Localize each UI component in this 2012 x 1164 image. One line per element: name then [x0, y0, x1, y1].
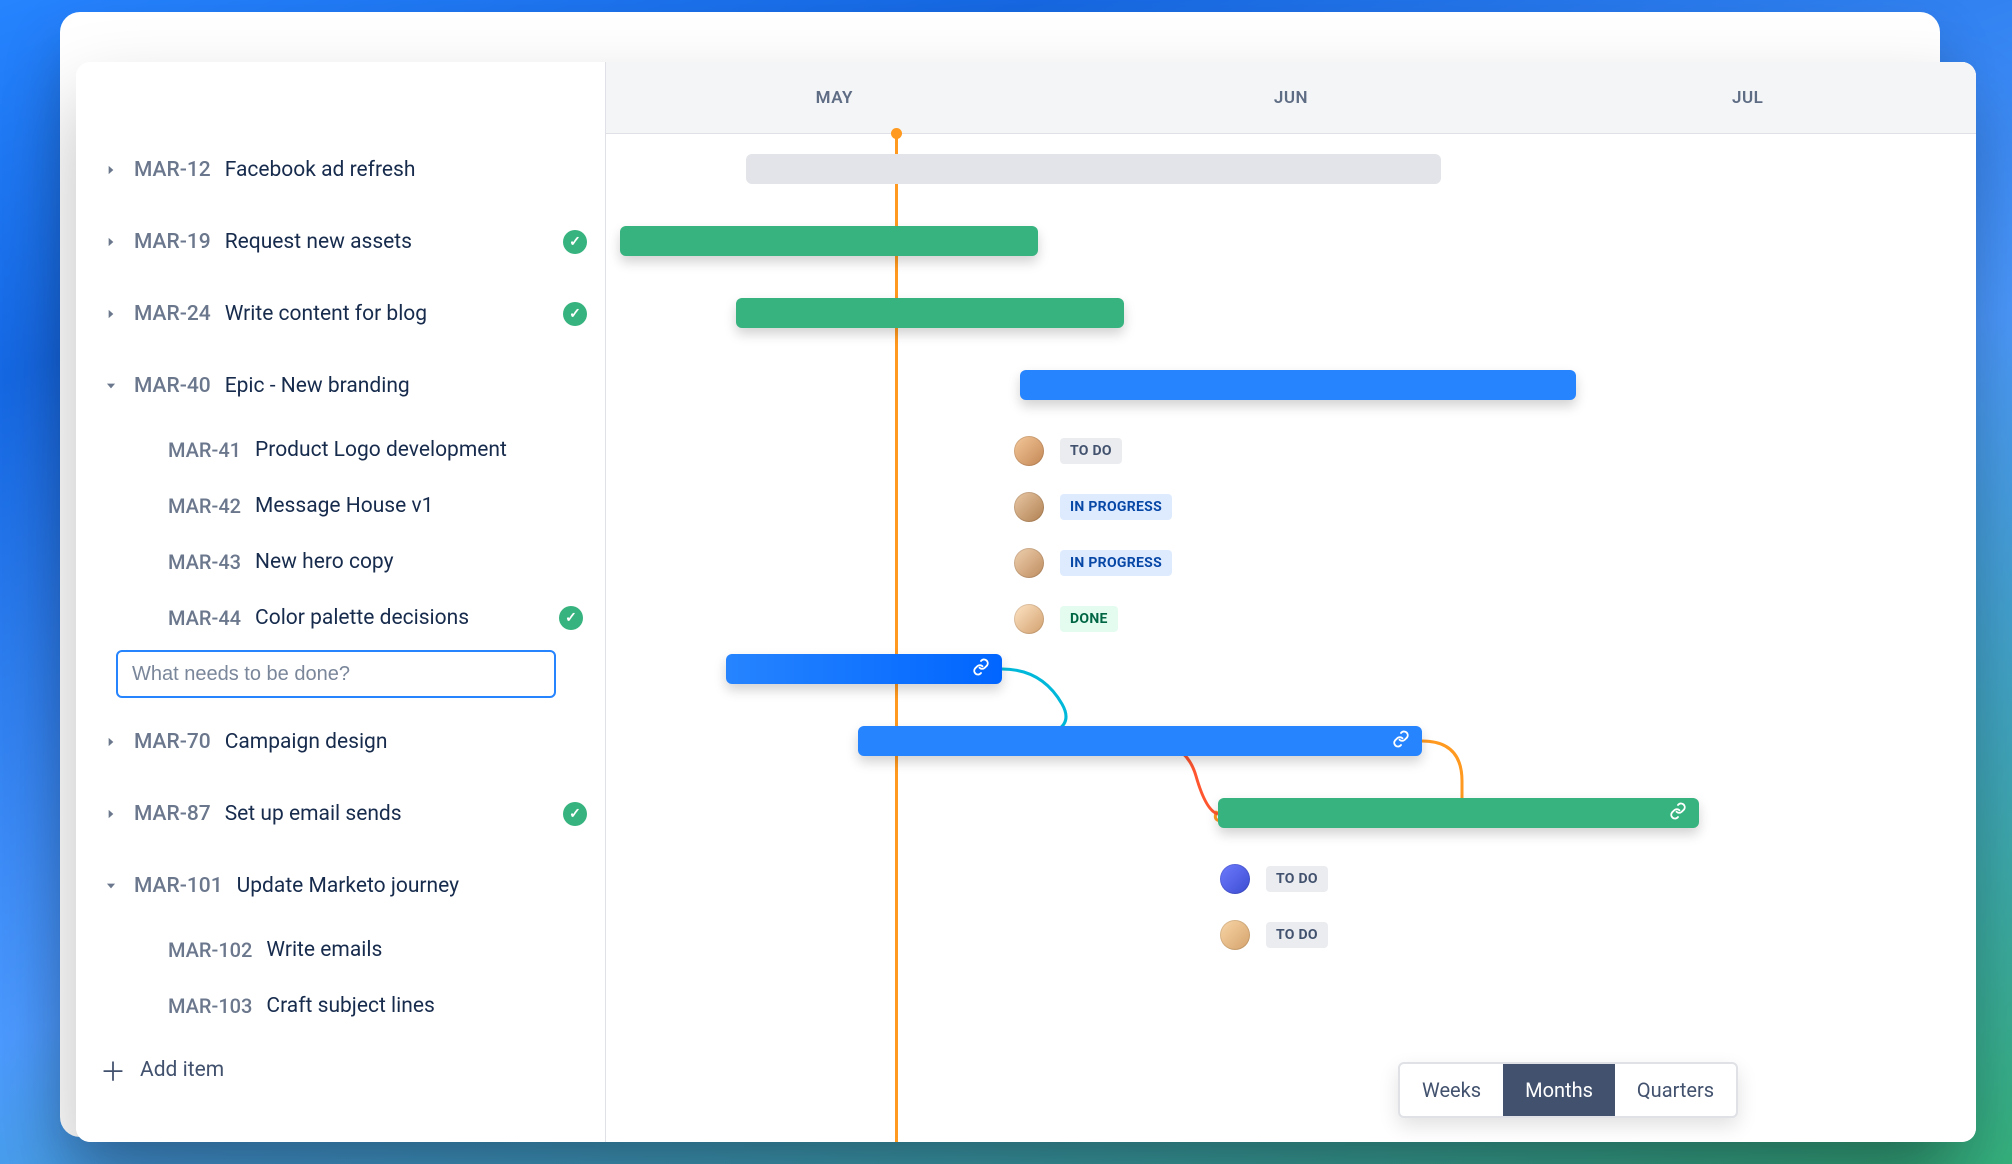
timeline-bar[interactable] — [746, 154, 1441, 184]
issue-key: MAR-24 — [134, 302, 211, 326]
status-badge: IN PROGRESS — [1060, 550, 1172, 576]
issue-key: MAR-19 — [134, 230, 211, 254]
status-badge: TO DO — [1060, 438, 1122, 464]
timeline-bar-linked[interactable] — [858, 726, 1422, 756]
issue-title: Set up email sends — [225, 802, 555, 826]
done-check-icon: ✓ — [563, 802, 587, 826]
month-label: MAY — [606, 62, 1063, 133]
today-marker-dot — [891, 128, 902, 139]
chevron-down-icon[interactable] — [100, 375, 122, 397]
assignee-status-row: TO DO — [1014, 436, 1122, 466]
issue-key: MAR-103 — [168, 994, 252, 1018]
issue-key: MAR-102 — [168, 938, 252, 962]
status-badge: TO DO — [1266, 922, 1328, 948]
avatar[interactable] — [1014, 548, 1044, 578]
done-check-icon: ✓ — [563, 302, 587, 326]
issue-row-child[interactable]: MAR-41 Product Logo development — [76, 422, 605, 478]
issue-key: MAR-42 — [168, 494, 241, 518]
assignee-status-row: IN PROGRESS — [1014, 492, 1172, 522]
issue-key: MAR-101 — [134, 874, 223, 898]
status-badge: IN PROGRESS — [1060, 494, 1172, 520]
chevron-right-icon[interactable] — [100, 803, 122, 825]
issue-row-child[interactable]: MAR-103 Craft subject lines — [76, 978, 605, 1034]
issue-row-child[interactable]: MAR-102 Write emails — [76, 922, 605, 978]
issue-row[interactable]: MAR-12 Facebook ad refresh — [76, 134, 605, 206]
status-badge: TO DO — [1266, 866, 1328, 892]
month-label: JUN — [1063, 62, 1520, 133]
issue-title: Write emails — [266, 938, 587, 962]
issue-title: Color palette decisions — [255, 606, 587, 630]
issue-key: MAR-44 — [168, 606, 241, 630]
avatar[interactable] — [1220, 920, 1250, 950]
issue-key: MAR-70 — [134, 730, 211, 754]
month-label: JUL — [1519, 62, 1976, 133]
timeline-panel[interactable]: MAY JUN JUL TO DO IN PROGRESS IN PROGRES… — [606, 62, 1976, 1142]
issue-row-epic[interactable]: MAR-40 Epic - New branding — [76, 350, 605, 422]
issue-key: MAR-87 — [134, 802, 211, 826]
issue-title: Product Logo development — [255, 438, 587, 462]
new-task-row — [116, 650, 556, 698]
issue-title: Facebook ad refresh — [225, 158, 587, 182]
link-icon — [1392, 730, 1410, 752]
assignee-status-row: DONE — [1014, 604, 1118, 634]
assignee-status-row: IN PROGRESS — [1014, 548, 1172, 578]
chevron-down-icon[interactable] — [100, 875, 122, 897]
timeline-bar[interactable] — [736, 298, 1124, 328]
today-marker-line — [895, 134, 898, 1142]
issue-key: MAR-41 — [168, 438, 241, 462]
issue-row[interactable]: MAR-87 Set up email sends ✓ — [76, 778, 605, 850]
assignee-status-row: TO DO — [1220, 864, 1328, 894]
issue-title: Write content for blog — [225, 302, 555, 326]
done-check-icon: ✓ — [563, 230, 587, 254]
issue-row-child[interactable]: MAR-44 Color palette decisions ✓ — [76, 590, 605, 646]
avatar[interactable] — [1014, 492, 1044, 522]
issue-key: MAR-43 — [168, 550, 241, 574]
link-icon — [972, 658, 990, 680]
issue-title: Craft subject lines — [266, 994, 587, 1018]
roadmap-card: MAR-12 Facebook ad refresh MAR-19 Reques… — [76, 62, 1976, 1142]
chevron-right-icon[interactable] — [100, 159, 122, 181]
chevron-right-icon[interactable] — [100, 731, 122, 753]
zoom-option-quarters[interactable]: Quarters — [1615, 1064, 1736, 1116]
issue-row-epic[interactable]: MAR-101 Update Marketo journey — [76, 850, 605, 922]
issue-title: Campaign design — [225, 730, 587, 754]
link-icon — [1669, 802, 1687, 824]
issue-row-child[interactable]: MAR-42 Message House v1 — [76, 478, 605, 534]
issue-row[interactable]: MAR-19 Request new assets ✓ — [76, 206, 605, 278]
add-item-label: Add item — [140, 1058, 224, 1082]
add-item-button[interactable]: ＋ Add item — [76, 1034, 605, 1106]
issue-title: Update Marketo journey — [237, 874, 587, 898]
chevron-right-icon[interactable] — [100, 303, 122, 325]
issue-title: Request new assets — [225, 230, 555, 254]
issue-key: MAR-40 — [134, 374, 211, 398]
zoom-option-months[interactable]: Months — [1503, 1064, 1615, 1116]
zoom-option-weeks[interactable]: Weeks — [1400, 1064, 1503, 1116]
issue-row[interactable]: MAR-24 Write content for blog ✓ — [76, 278, 605, 350]
avatar[interactable] — [1014, 604, 1044, 634]
timeline-bar-linked[interactable] — [726, 654, 1002, 684]
issue-title: New hero copy — [255, 550, 587, 574]
issue-key: MAR-12 — [134, 158, 211, 182]
done-check-icon: ✓ — [559, 606, 583, 630]
timeline-bar-linked[interactable] — [1218, 798, 1699, 828]
timeline-header: MAY JUN JUL — [606, 62, 1976, 134]
issue-title: Epic - New branding — [225, 374, 587, 398]
new-task-input[interactable] — [116, 650, 556, 698]
avatar[interactable] — [1220, 864, 1250, 894]
zoom-picker: Weeks Months Quarters — [1398, 1062, 1738, 1118]
timeline-bar[interactable] — [1020, 370, 1576, 400]
issue-row-child[interactable]: MAR-43 New hero copy — [76, 534, 605, 590]
avatar[interactable] — [1014, 436, 1044, 466]
issue-tree-sidebar: MAR-12 Facebook ad refresh MAR-19 Reques… — [76, 62, 606, 1142]
status-badge: DONE — [1060, 606, 1118, 632]
issue-row[interactable]: MAR-70 Campaign design — [76, 706, 605, 778]
plus-icon: ＋ — [100, 1052, 126, 1089]
issue-title: Message House v1 — [255, 494, 587, 518]
timeline-bar[interactable] — [620, 226, 1038, 256]
assignee-status-row: TO DO — [1220, 920, 1328, 950]
chevron-right-icon[interactable] — [100, 231, 122, 253]
